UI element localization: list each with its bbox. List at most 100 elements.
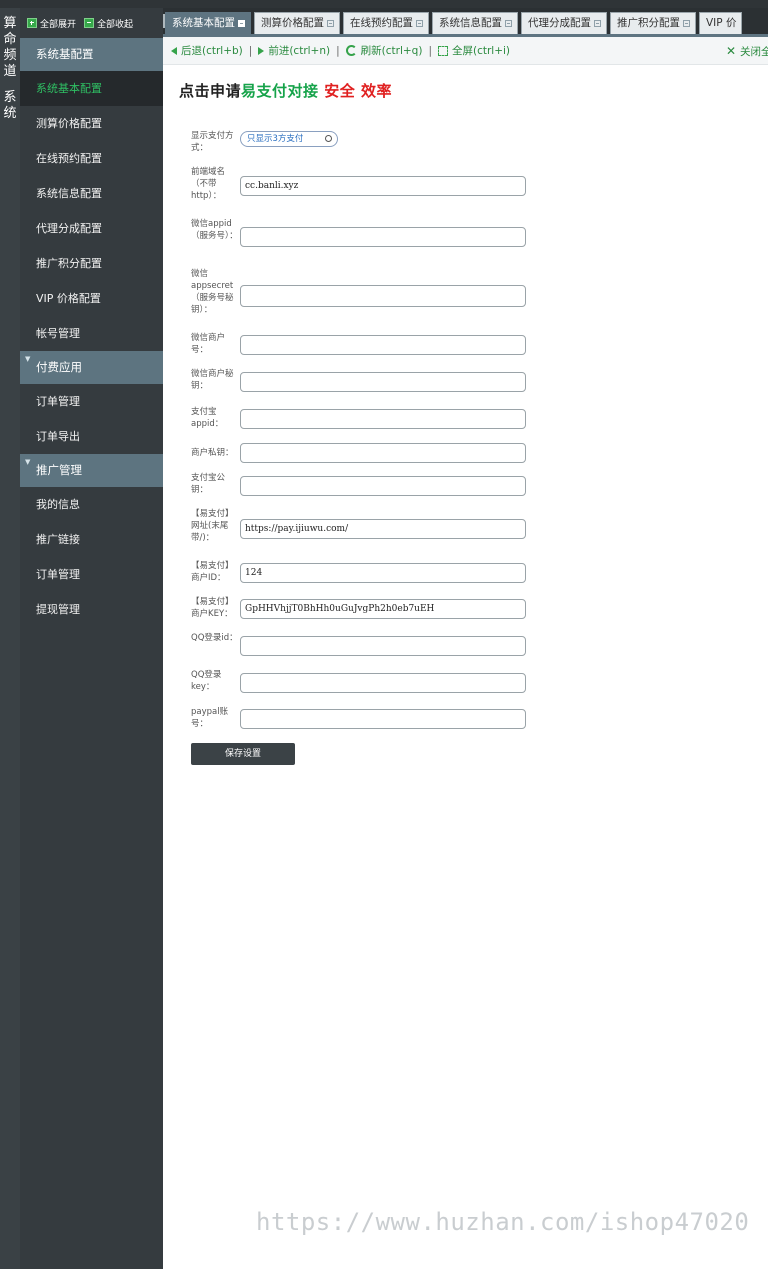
sidebar-item-vip-config[interactable]: VIP 价格配置 bbox=[20, 281, 163, 316]
channel-char: 统 bbox=[3, 106, 17, 121]
tab-agent-config[interactable]: 代理分成配置 bbox=[521, 12, 607, 34]
channel-column: 算 命 频 道 系 统 bbox=[0, 8, 21, 1269]
alipay-public-key-input[interactable] bbox=[240, 476, 526, 496]
sidebar-item-promo-orders[interactable]: 订单管理 bbox=[20, 557, 163, 592]
field-label: 微信appsecret（服务号秘钥）： bbox=[191, 269, 234, 315]
forward-button[interactable]: 前进(ctrl+n) bbox=[258, 43, 330, 58]
alipay-appid-input[interactable] bbox=[240, 409, 526, 429]
tab-points-config[interactable]: 推广积分配置 bbox=[610, 12, 696, 34]
tab-basic-config[interactable]: 系统基本配置 bbox=[165, 12, 251, 34]
sidebar-item-order-export[interactable]: 订单导出 bbox=[20, 419, 163, 454]
close-icon[interactable] bbox=[327, 20, 334, 27]
toolbar-divider: | bbox=[336, 44, 340, 57]
frontend-domain-input[interactable] bbox=[240, 176, 526, 196]
sidebar-item-booking-config[interactable]: 在线预约配置 bbox=[20, 141, 163, 176]
wechat-mch-key-input[interactable] bbox=[240, 372, 526, 392]
sidebar-item-info-config[interactable]: 系统信息配置 bbox=[20, 176, 163, 211]
tab-price-config[interactable]: 测算价格配置 bbox=[254, 12, 340, 34]
sidebar-toggle-bar: 全部展开 全部收起 bbox=[20, 8, 163, 38]
qq-login-id-input[interactable] bbox=[240, 636, 526, 656]
field-label: 支付宝appid： bbox=[191, 407, 224, 429]
fullscreen-icon bbox=[437, 45, 448, 56]
wechat-mch-id-input[interactable] bbox=[240, 335, 526, 355]
pay-mode-label: 显示支付方式： bbox=[191, 131, 234, 153]
tab-bar: 系统基本配置 测算价格配置 在线预约配置 系统信息配置 代理分成配置 推广积分配… bbox=[163, 8, 768, 37]
promo-headline[interactable]: 点击申请易支付对接 安全 效率 bbox=[179, 80, 392, 101]
tab-label: 系统信息配置 bbox=[439, 17, 502, 29]
sidebar-item-price-config[interactable]: 测算价格配置 bbox=[20, 106, 163, 141]
close-icon[interactable] bbox=[238, 20, 245, 27]
collapse-all-button[interactable]: 全部收起 bbox=[84, 17, 133, 30]
pay-mode-row: 显示支付方式： 只显示3方支付 bbox=[191, 128, 531, 158]
sidebar-group-promotion[interactable]: ▼ 推广管理 bbox=[20, 454, 163, 487]
field-label: 前端域名（不带http）： bbox=[191, 167, 226, 201]
expand-icon bbox=[27, 18, 37, 28]
close-all-label: 关闭全部 bbox=[740, 45, 768, 58]
pay-mode-select[interactable]: 只显示3方支付 bbox=[240, 131, 338, 147]
toolbar-divider: | bbox=[248, 44, 253, 57]
field-label: 【易支付】商户KEY： bbox=[191, 597, 234, 619]
refresh-button[interactable]: 刷新(ctrl+q) bbox=[345, 43, 423, 58]
toolbar-divider: | bbox=[428, 44, 432, 57]
main-content: 点击申请易支付对接 安全 效率 显示支付方式： 只显示3方支付 前端域名（不带h… bbox=[163, 66, 768, 1269]
field-label: QQ登录key： bbox=[191, 670, 222, 692]
watermark-text: https://www.huzhan.com/ishop47020 bbox=[256, 1208, 750, 1236]
sidebar-group-paid-apps[interactable]: ▼ 付费应用 bbox=[20, 351, 163, 384]
wechat-appid-input[interactable] bbox=[240, 227, 526, 247]
tab-label: VIP 价 bbox=[706, 17, 737, 29]
refresh-label: 刷新(ctrl+q) bbox=[360, 45, 423, 57]
fullscreen-label: 全屏(ctrl+i) bbox=[451, 45, 511, 57]
sidebar-item-points-config[interactable]: 推广积分配置 bbox=[20, 246, 163, 281]
sidebar-item-accounts[interactable]: 帐号管理 bbox=[20, 316, 163, 351]
back-button[interactable]: 后退(ctrl+b) bbox=[171, 43, 243, 58]
epay-merchant-key-input[interactable] bbox=[240, 599, 526, 619]
sidebar-item-my-info[interactable]: 我的信息 bbox=[20, 487, 163, 522]
caret-icon: ▼ bbox=[25, 355, 31, 363]
tab-label: 测算价格配置 bbox=[261, 17, 324, 29]
sidebar-item-orders[interactable]: 订单管理 bbox=[20, 384, 163, 419]
window-top-strip bbox=[0, 0, 768, 8]
sidebar-item-agent-config[interactable]: 代理分成配置 bbox=[20, 211, 163, 246]
tab-vip-config[interactable]: VIP 价 bbox=[699, 12, 743, 34]
paypal-account-input[interactable] bbox=[240, 709, 526, 729]
tab-list: 系统基本配置 测算价格配置 在线预约配置 系统信息配置 代理分成配置 推广积分配… bbox=[165, 12, 743, 34]
close-x-icon: ✕ bbox=[725, 44, 736, 58]
expand-all-label: 全部展开 bbox=[40, 19, 77, 30]
tab-booking-config[interactable]: 在线预约配置 bbox=[343, 12, 429, 34]
expand-all-button[interactable]: 全部展开 bbox=[27, 17, 76, 30]
fullscreen-button[interactable]: 全屏(ctrl+i) bbox=[437, 43, 511, 58]
wechat-appsecret-input[interactable] bbox=[240, 285, 526, 307]
save-settings-button[interactable]: 保存设置 bbox=[191, 743, 295, 765]
close-all-button[interactable]: ✕ 关闭全部 bbox=[725, 37, 768, 64]
tab-info-config[interactable]: 系统信息配置 bbox=[432, 12, 518, 34]
sidebar-group-system-config[interactable]: 系统基配置 bbox=[20, 38, 163, 71]
qq-login-key-input[interactable] bbox=[240, 673, 526, 693]
close-icon[interactable] bbox=[683, 20, 690, 27]
sidebar-item-promo-link[interactable]: 推广链接 bbox=[20, 522, 163, 557]
close-icon[interactable] bbox=[505, 20, 512, 27]
epay-merchant-id-input[interactable] bbox=[240, 563, 526, 583]
epay-url-input[interactable] bbox=[240, 519, 526, 539]
channel-suanming[interactable]: 算 命 频 道 bbox=[0, 16, 20, 80]
sidebar: 全部展开 全部收起 系统基配置 系统基本配置 测算价格配置 在线预约配置 系统信… bbox=[20, 8, 163, 1269]
close-icon[interactable] bbox=[594, 20, 601, 27]
tab-label: 代理分成配置 bbox=[528, 17, 591, 29]
headline-part-1: 点击申请 bbox=[179, 82, 242, 100]
merchant-private-key-input[interactable] bbox=[240, 443, 526, 463]
tab-label: 系统基本配置 bbox=[172, 17, 235, 29]
group-title: 付费应用 bbox=[36, 360, 82, 374]
close-icon[interactable] bbox=[416, 20, 423, 27]
field-label: 支付宝公钥： bbox=[191, 473, 226, 495]
tab-label: 在线预约配置 bbox=[350, 17, 413, 29]
group-title: 推广管理 bbox=[36, 463, 82, 477]
field-label: 微信商户秘钥： bbox=[191, 369, 234, 391]
field-label: 微信商户号： bbox=[191, 333, 226, 355]
sidebar-item-basic-config[interactable]: 系统基本配置 bbox=[20, 71, 163, 106]
headline-part-3: 安全 效率 bbox=[324, 82, 392, 100]
channel-system[interactable]: 系 统 bbox=[0, 90, 20, 122]
toolbar: 后退(ctrl+b) | 前进(ctrl+n) | 刷新(ctrl+q) | 全… bbox=[163, 37, 768, 65]
sidebar-item-withdrawals[interactable]: 提现管理 bbox=[20, 592, 163, 627]
pay-mode-value: 只显示3方支付 bbox=[247, 134, 304, 144]
collapse-icon bbox=[84, 18, 95, 28]
caret-icon: ▼ bbox=[25, 458, 31, 466]
